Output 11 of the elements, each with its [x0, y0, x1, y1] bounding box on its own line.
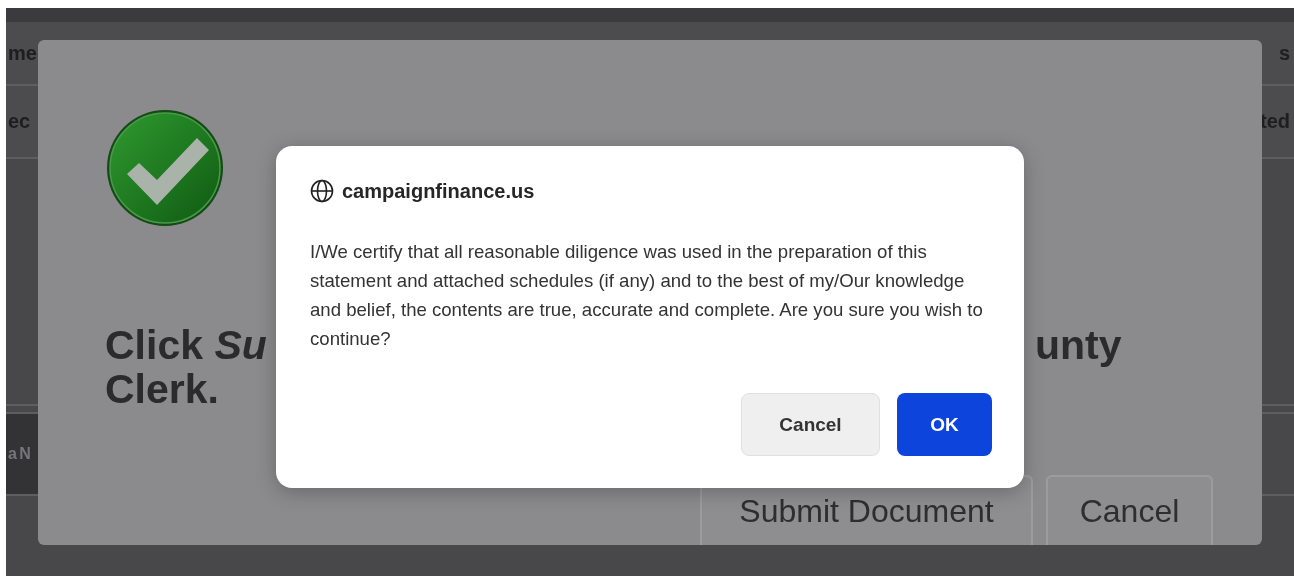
check-icon [105, 108, 225, 228]
heading-text: Clerk. [105, 367, 219, 411]
ok-button[interactable]: OK [897, 393, 992, 456]
heading-text: Click Su [105, 323, 267, 367]
heading-text: unty [1035, 323, 1122, 370]
footer-text: a N [8, 445, 30, 463]
site-name: campaignfinance.us [342, 179, 535, 203]
globe-icon [310, 179, 334, 203]
cancel-button[interactable]: Cancel [741, 393, 880, 456]
cancel-button[interactable]: Cancel [1046, 475, 1213, 545]
dialog-message: I/We certify that all reasonable diligence was used in the preparation of this statement and attached schedules (if any) and to the best of my/Our knowledge and belief, the contents are true, accurate and complete. Are you sure you wish to continue? [310, 240, 984, 351]
